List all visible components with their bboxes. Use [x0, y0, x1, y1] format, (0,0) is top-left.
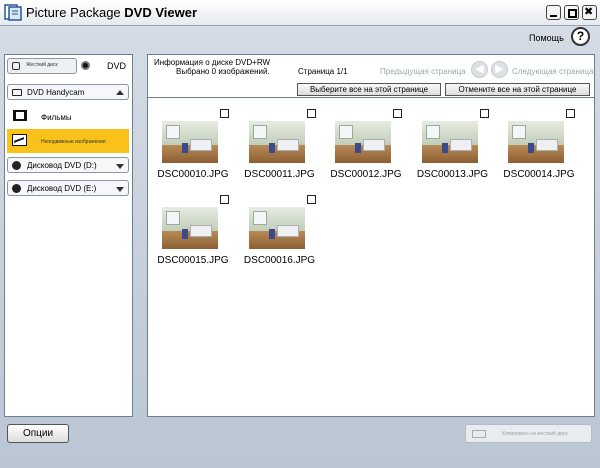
picture-icon [12, 134, 27, 146]
prev-page-label[interactable]: Предыдущая страница [380, 67, 466, 76]
app-window: Picture Package DVD Viewer Помощь ? Жест… [0, 0, 600, 468]
thumbnail-item[interactable]: DSC00010.JPG [153, 109, 233, 191]
prev-page-icon[interactable]: ◀ [471, 61, 488, 78]
window-title-bold: DVD Viewer [124, 5, 198, 20]
thumbnail-checkbox[interactable] [220, 195, 229, 204]
film-icon [13, 110, 27, 121]
hdd-source-label: Жесткий диск [26, 62, 58, 68]
nav-item-label: Неподвижные изображения [41, 139, 106, 145]
dvd-source-radio[interactable] [81, 61, 90, 70]
copy-icon [472, 430, 486, 438]
thumbnail-checkbox[interactable] [479, 109, 489, 118]
thumbnail-image[interactable] [335, 121, 391, 163]
dvd-source-label[interactable]: DVD [107, 61, 126, 71]
thumbnail-item[interactable]: DSC00013.JPG [413, 109, 493, 191]
hdd-source-button[interactable]: Жесткий диск [7, 58, 77, 74]
disc-icon [12, 161, 21, 170]
title-bar: Picture Package DVD Viewer [0, 0, 600, 26]
deselect-all-button[interactable]: Отмените все на этой странице [445, 83, 590, 96]
drive-label: Дисковод DVD (D:) [27, 161, 97, 170]
disc-icon [12, 184, 21, 193]
thumbnail-filename: DSC00011.JPG [244, 169, 315, 180]
close-button[interactable] [582, 5, 597, 20]
copy-to-hdd-button[interactable]: Копировать на жесткий диск [465, 424, 592, 443]
thumbnail-item[interactable]: DSC00015.JPG [153, 195, 233, 277]
hard-disk-icon [12, 62, 20, 70]
thumbnail-checkbox[interactable] [306, 195, 316, 204]
thumbnail-checkbox[interactable] [566, 109, 575, 118]
source-panel: Жесткий диск DVD DVD Handycam Фильмы Неп… [4, 54, 133, 417]
help-label[interactable]: Помощь [529, 33, 564, 43]
options-button[interactable]: Опции [7, 424, 69, 443]
chevron-down-icon [116, 187, 124, 192]
thumbnail-filename: DSC00013.JPG [416, 169, 489, 180]
thumbnail-checkbox[interactable] [393, 109, 402, 118]
copy-to-hdd-label: Копировать на жесткий диск [502, 431, 568, 437]
thumbnail-checkbox[interactable] [220, 109, 229, 118]
thumbnail-image[interactable] [162, 207, 218, 249]
camcorder-icon [12, 89, 22, 96]
app-icon [4, 4, 22, 21]
thumbnail-image[interactable] [421, 121, 478, 163]
device-dropdown[interactable]: DVD Handycam [7, 84, 129, 100]
disc-info-bar: Информация о диске DVD+RW Выбрано 0 изоб… [148, 55, 594, 98]
thumbnail-image[interactable] [162, 121, 218, 163]
selected-count: Выбрано 0 изображений. [176, 67, 270, 76]
drive-dropdown-d[interactable]: Дисковод DVD (D:) [7, 157, 129, 173]
thumbnail-item[interactable]: DSC00014.JPG [499, 109, 579, 191]
next-page-icon[interactable]: ▶ [491, 61, 508, 78]
thumbnail-item[interactable]: DSC00012.JPG [326, 109, 406, 191]
thumbnail-filename: DSC00010.JPG [157, 169, 229, 180]
drive-dropdown-e[interactable]: Дисковод DVD (E:) [7, 180, 129, 196]
device-dropdown-label: DVD Handycam [27, 88, 85, 97]
minimize-button[interactable] [546, 5, 561, 20]
thumbnail-image[interactable] [508, 121, 564, 163]
thumbnail-image[interactable] [248, 121, 305, 163]
thumbnail-item[interactable]: DSC00016.JPG [240, 195, 320, 277]
help-icon[interactable]: ? [571, 27, 590, 46]
nav-item-still-images[interactable]: Неподвижные изображения [7, 129, 129, 153]
thumbnail-filename: DSC00016.JPG [243, 255, 316, 266]
nav-item-movies[interactable]: Фильмы [7, 105, 129, 129]
nav-item-label: Фильмы [41, 113, 72, 122]
source-selector: Жесткий диск DVD [7, 58, 131, 78]
thumbnail-filename: DSC00015.JPG [157, 255, 229, 266]
thumbnail-filename: DSC00014.JPG [503, 169, 575, 180]
select-all-button[interactable]: Выберите все на этой странице [297, 83, 441, 96]
maximize-button[interactable] [564, 5, 579, 20]
thumbnail-item[interactable]: DSC00011.JPG [240, 109, 320, 191]
chevron-down-icon [116, 164, 124, 169]
drive-label: Дисковод DVD (E:) [27, 184, 97, 193]
window-title: Picture Package DVD Viewer [26, 5, 198, 20]
disc-info: Информация о диске DVD+RW [154, 58, 271, 67]
page-indicator: Страница 1/1 [298, 67, 348, 76]
thumbnail-image[interactable] [248, 207, 305, 249]
chevron-up-icon [116, 90, 124, 95]
content-panel: Информация о диске DVD+RW Выбрано 0 изоб… [147, 54, 595, 417]
thumbnail-checkbox[interactable] [306, 109, 316, 118]
thumbnail-filename: DSC00012.JPG [330, 169, 402, 180]
next-page-label[interactable]: Следующая страница [512, 67, 593, 76]
